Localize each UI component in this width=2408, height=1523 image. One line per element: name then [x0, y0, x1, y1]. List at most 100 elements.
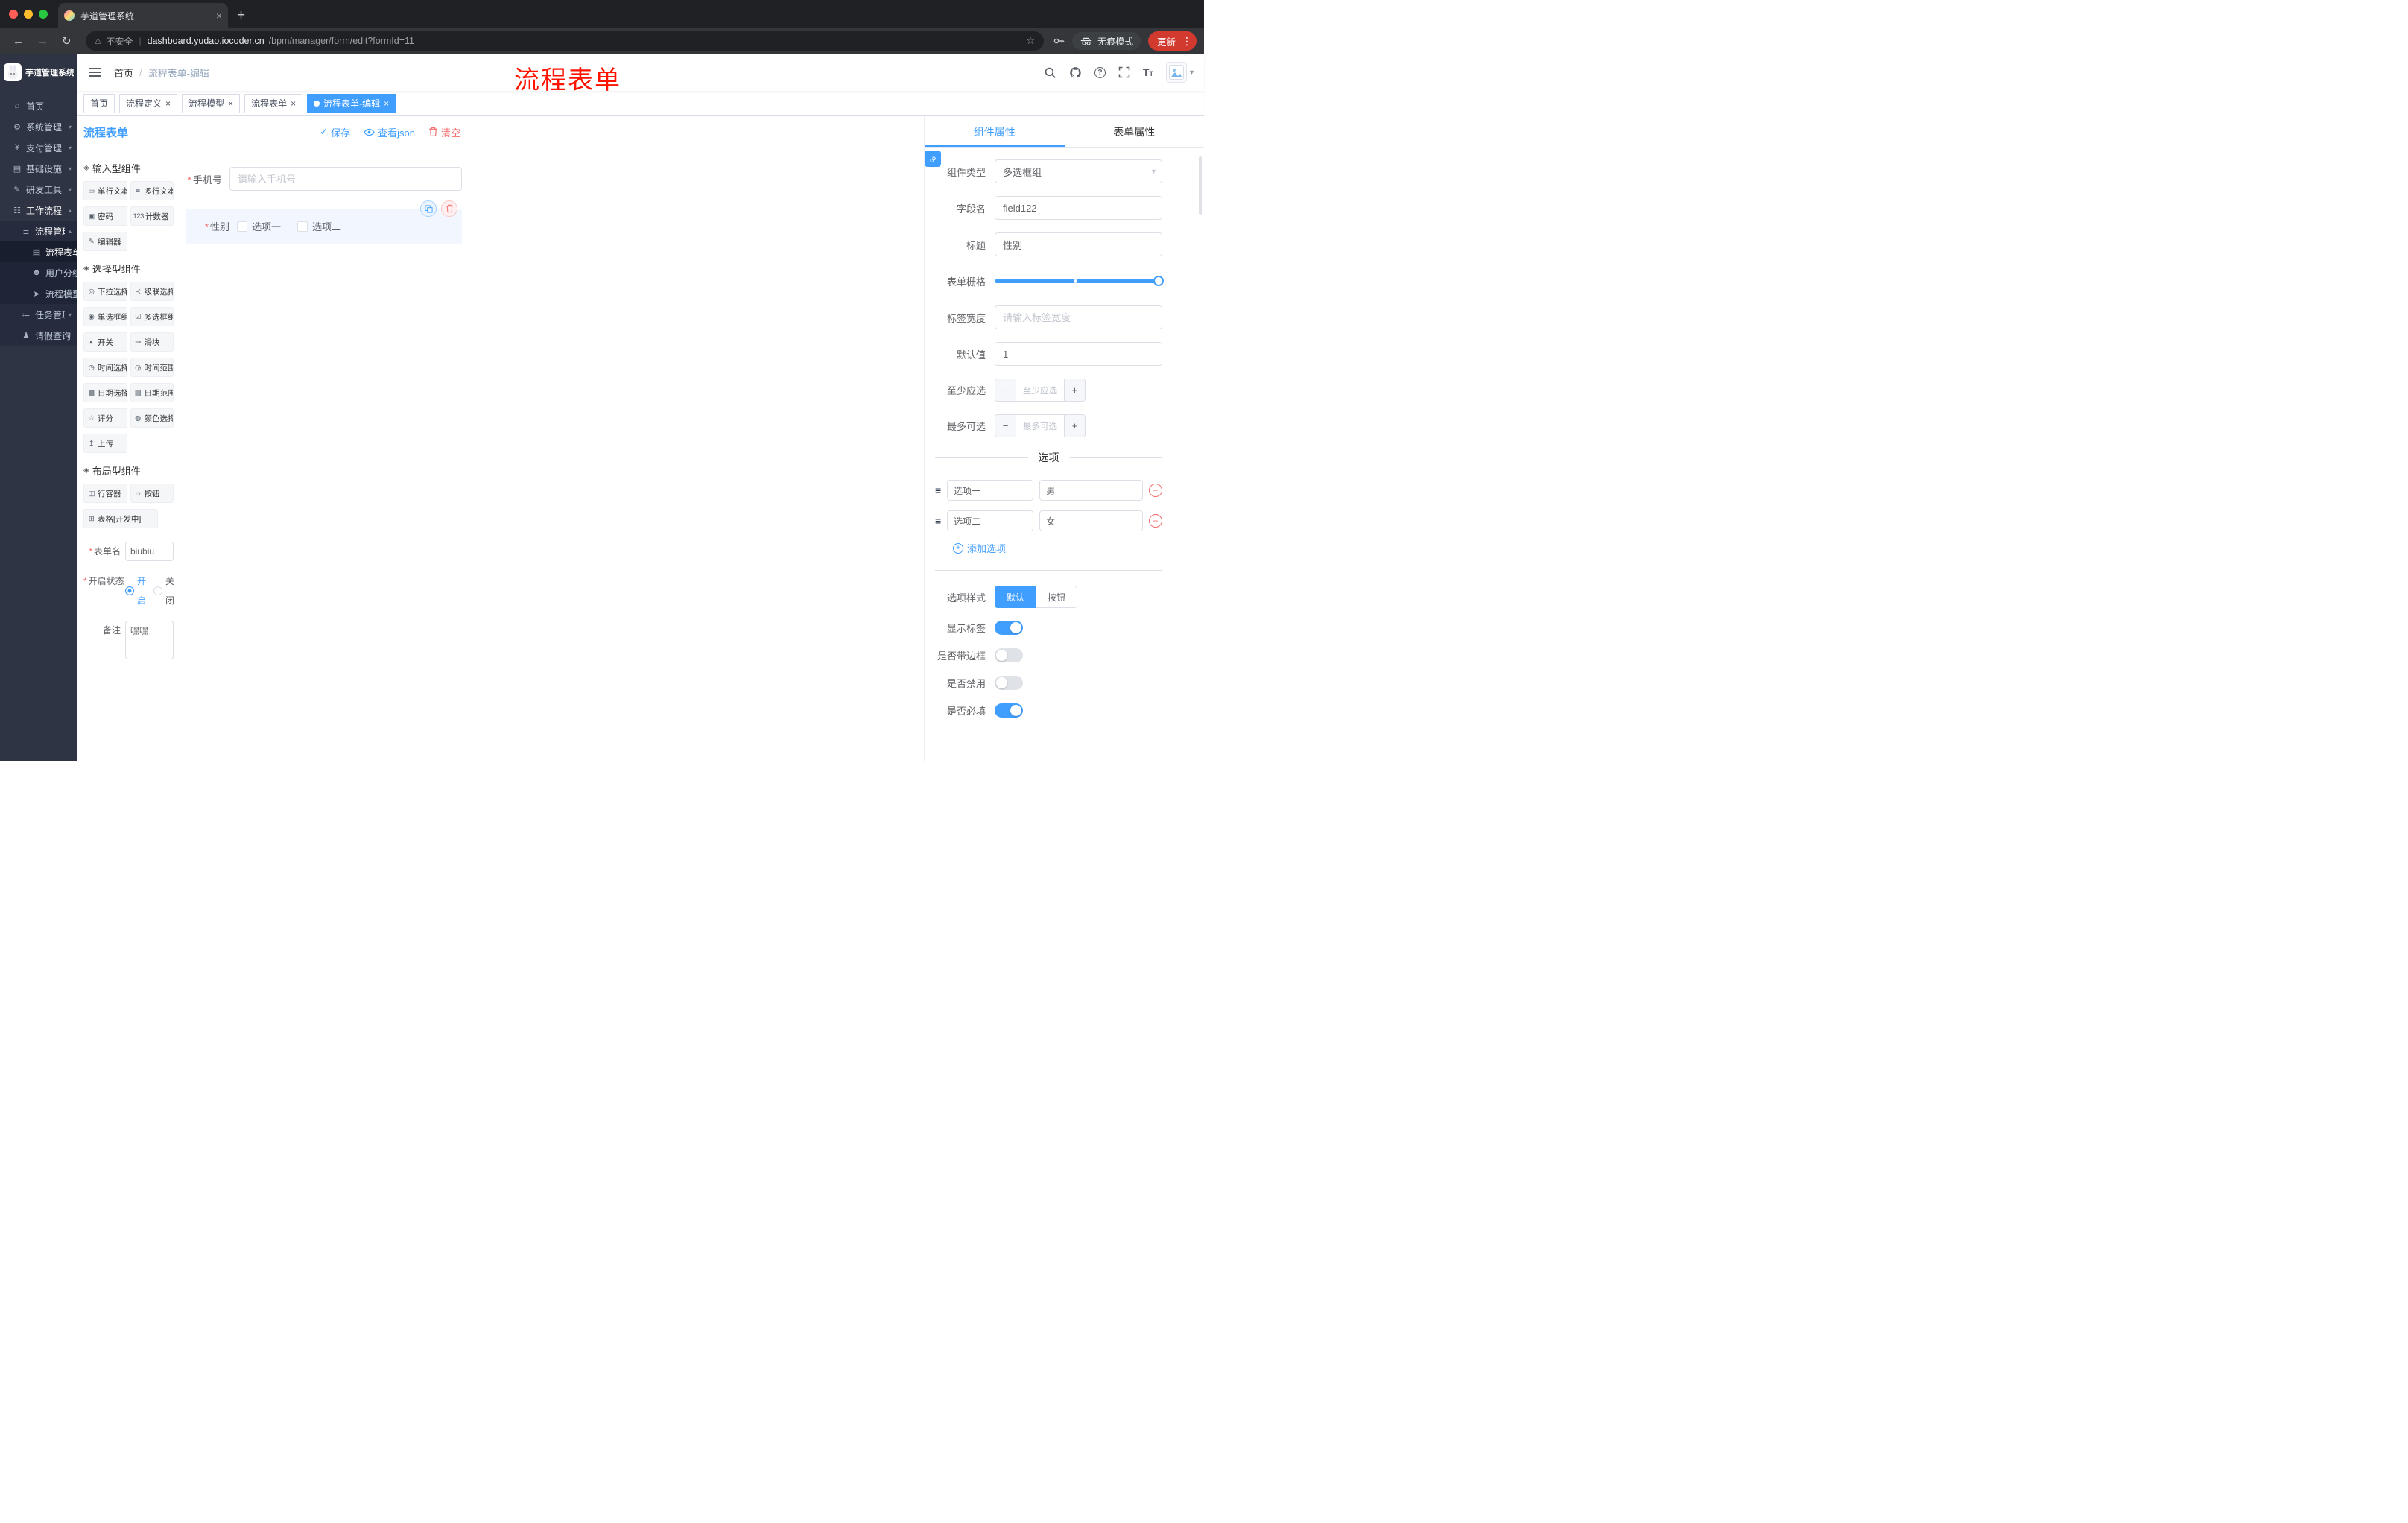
canvas-field-phone[interactable]: 手机号 [186, 167, 462, 191]
sidebar-item-leave-query[interactable]: ♟ 请假查询 [0, 325, 77, 346]
palette-item-date-range[interactable]: ▤ 日期范围 [130, 383, 174, 402]
border-switch[interactable] [995, 648, 1023, 662]
option-label-input[interactable] [947, 510, 1034, 531]
decrease-icon[interactable]: − [995, 415, 1016, 437]
hamburger-icon[interactable] [85, 65, 105, 80]
password-key-icon[interactable] [1053, 35, 1065, 47]
slider-handle[interactable] [1153, 276, 1164, 286]
sidebar-item-workflow[interactable]: ☷ 工作流程 ▴ [0, 200, 77, 221]
increase-icon[interactable]: + [1064, 415, 1085, 437]
sidebar-item-home[interactable]: ⌂ 首页 [0, 95, 77, 116]
sidebar-item-process-model[interactable]: ➤ 流程模型 [0, 283, 77, 304]
status-off-radio[interactable]: 关闭 [153, 571, 174, 610]
tag-home[interactable]: 首页 [83, 93, 115, 113]
sidebar-item-infrastructure[interactable]: ▤ 基础设施 ▾ [0, 158, 77, 179]
style-button-button[interactable]: 按钮 [1036, 586, 1078, 608]
scrollbar-thumb[interactable] [1199, 156, 1202, 215]
palette-item-dropdown[interactable]: ◎ 下拉选择 [83, 282, 127, 301]
palette-item-time-range[interactable]: ◶ 时间范围 [130, 358, 174, 377]
forward-icon[interactable]: → [32, 35, 54, 48]
field-name-input[interactable] [995, 196, 1162, 220]
palette-item-slider[interactable]: ⊸ 滑块 [130, 332, 174, 352]
reload-icon[interactable]: ↻ [57, 34, 77, 48]
palette-item-button[interactable]: ▱ 按钮 [130, 484, 174, 503]
add-option-button[interactable]: + 添加选项 [953, 541, 1162, 555]
label-width-input[interactable] [995, 305, 1162, 329]
tab-close-icon[interactable]: × [216, 10, 222, 21]
palette-item-checkbox-group[interactable]: ☑ 多选框组 [130, 307, 174, 326]
option-value-input[interactable] [1039, 510, 1143, 531]
palette-item-color-picker[interactable]: ◍ 颜色选择 [130, 408, 174, 428]
palette-item-row-container[interactable]: ◫ 行容器 [83, 484, 127, 503]
remove-option-icon[interactable]: − [1149, 484, 1162, 497]
required-switch[interactable] [995, 703, 1023, 718]
palette-item-rate[interactable]: ☆ 评分 [83, 408, 127, 428]
increase-icon[interactable]: + [1064, 379, 1085, 401]
drag-handle-icon[interactable]: ≡ [935, 484, 941, 496]
tag-process-form[interactable]: 流程表单 × [244, 93, 303, 113]
sidebar-item-payment-management[interactable]: ¥ 支付管理 ▾ [0, 137, 77, 158]
close-icon[interactable]: × [291, 98, 296, 109]
tag-process-definition[interactable]: 流程定义 × [119, 93, 178, 113]
component-type-select[interactable]: 多选框组 ▾ [995, 159, 1162, 183]
save-button[interactable]: ✓ 保存 [320, 125, 350, 139]
browser-update-button[interactable]: 更新 ⋮ [1147, 31, 1197, 51]
tab-form-props[interactable]: 表单属性 [1065, 116, 1205, 147]
copy-field-button[interactable] [420, 200, 437, 217]
grid-span-slider[interactable] [995, 269, 1164, 293]
tab-component-props[interactable]: 组件属性 [925, 116, 1065, 147]
search-icon[interactable] [1044, 66, 1056, 79]
github-icon[interactable] [1069, 66, 1082, 79]
style-default-button[interactable]: 默认 [995, 586, 1037, 608]
sidebar-item-task-management[interactable]: ≔ 任务管理 ▾ [0, 304, 77, 325]
default-value-input[interactable] [995, 342, 1162, 366]
delete-field-button[interactable] [441, 200, 457, 217]
back-icon[interactable]: ← [7, 35, 29, 48]
palette-item-cascader[interactable]: ≺ 级联选择 [130, 282, 174, 301]
palette-item-editor[interactable]: ✎ 编辑器 [83, 232, 127, 251]
decrease-icon[interactable]: − [995, 379, 1016, 401]
user-menu[interactable]: ▾ [1165, 62, 1194, 83]
remove-option-icon[interactable]: − [1149, 514, 1162, 528]
maximize-window-button[interactable] [39, 10, 48, 19]
palette-item-single-text[interactable]: ▭ 单行文本 [83, 181, 127, 200]
palette-item-table[interactable]: ⊞ 表格[开发中] [83, 509, 158, 528]
link-icon[interactable]: ∞ [925, 151, 941, 167]
sidebar-item-system-management[interactable]: ⚙ 系统管理 ▾ [0, 116, 77, 137]
sidebar-item-process-management[interactable]: ≣ 流程管理 ▴ [0, 221, 77, 241]
palette-item-radio-group[interactable]: ◉ 单选框组 [83, 307, 127, 326]
option-value-input[interactable] [1039, 480, 1143, 501]
gender-option1-checkbox[interactable]: 选项一 [237, 219, 281, 233]
browser-menu-icon[interactable]: ⋮ [1182, 35, 1192, 48]
option-label-input[interactable] [947, 480, 1034, 501]
clear-button[interactable]: 清空 [428, 125, 460, 139]
new-tab-button[interactable]: + [228, 7, 256, 28]
phone-input[interactable] [229, 167, 462, 191]
help-icon[interactable]: ? [1094, 66, 1106, 78]
close-icon[interactable]: × [228, 98, 233, 109]
tag-process-form-edit[interactable]: 流程表单-编辑 × [307, 93, 396, 113]
gender-option2-checkbox[interactable]: 选项二 [297, 219, 341, 233]
max-select-stepper[interactable]: − 最多可选 + [995, 414, 1086, 437]
form-canvas[interactable]: 手机号 性别 选项一 选项二 [180, 148, 471, 762]
palette-item-upload[interactable]: ↥ 上传 [83, 434, 127, 453]
palette-item-password[interactable]: ▣ 密码 [83, 206, 127, 226]
sidebar-item-process-form[interactable]: ▤ 流程表单 [0, 241, 77, 262]
sidebar-item-dev-tools[interactable]: ✎ 研发工具 ▾ [0, 179, 77, 200]
browser-tab[interactable]: 芋道管理系统 × [58, 3, 228, 28]
breadcrumb-home[interactable]: 首页 [114, 66, 133, 80]
close-icon[interactable]: × [384, 98, 389, 109]
close-window-button[interactable] [9, 10, 18, 19]
form-name-input[interactable] [125, 542, 174, 561]
app-logo[interactable]: 芋道管理系统 [0, 54, 77, 91]
font-size-icon[interactable]: TT [1143, 66, 1153, 78]
drag-handle-icon[interactable]: ≡ [935, 515, 941, 527]
palette-item-switch[interactable]: ◐ 开关 [83, 332, 127, 352]
palette-item-date-picker[interactable]: ▦ 日期选择 [83, 383, 127, 402]
palette-item-multi-text[interactable]: ≡ 多行文本 [130, 181, 174, 200]
close-icon[interactable]: × [165, 98, 171, 109]
view-json-button[interactable]: 查看json [364, 125, 415, 139]
palette-item-time-picker[interactable]: ◷ 时间选择 [83, 358, 127, 377]
form-remark-textarea[interactable]: 嘿嘿 [125, 621, 174, 659]
status-on-radio[interactable]: 开启 [125, 571, 146, 610]
